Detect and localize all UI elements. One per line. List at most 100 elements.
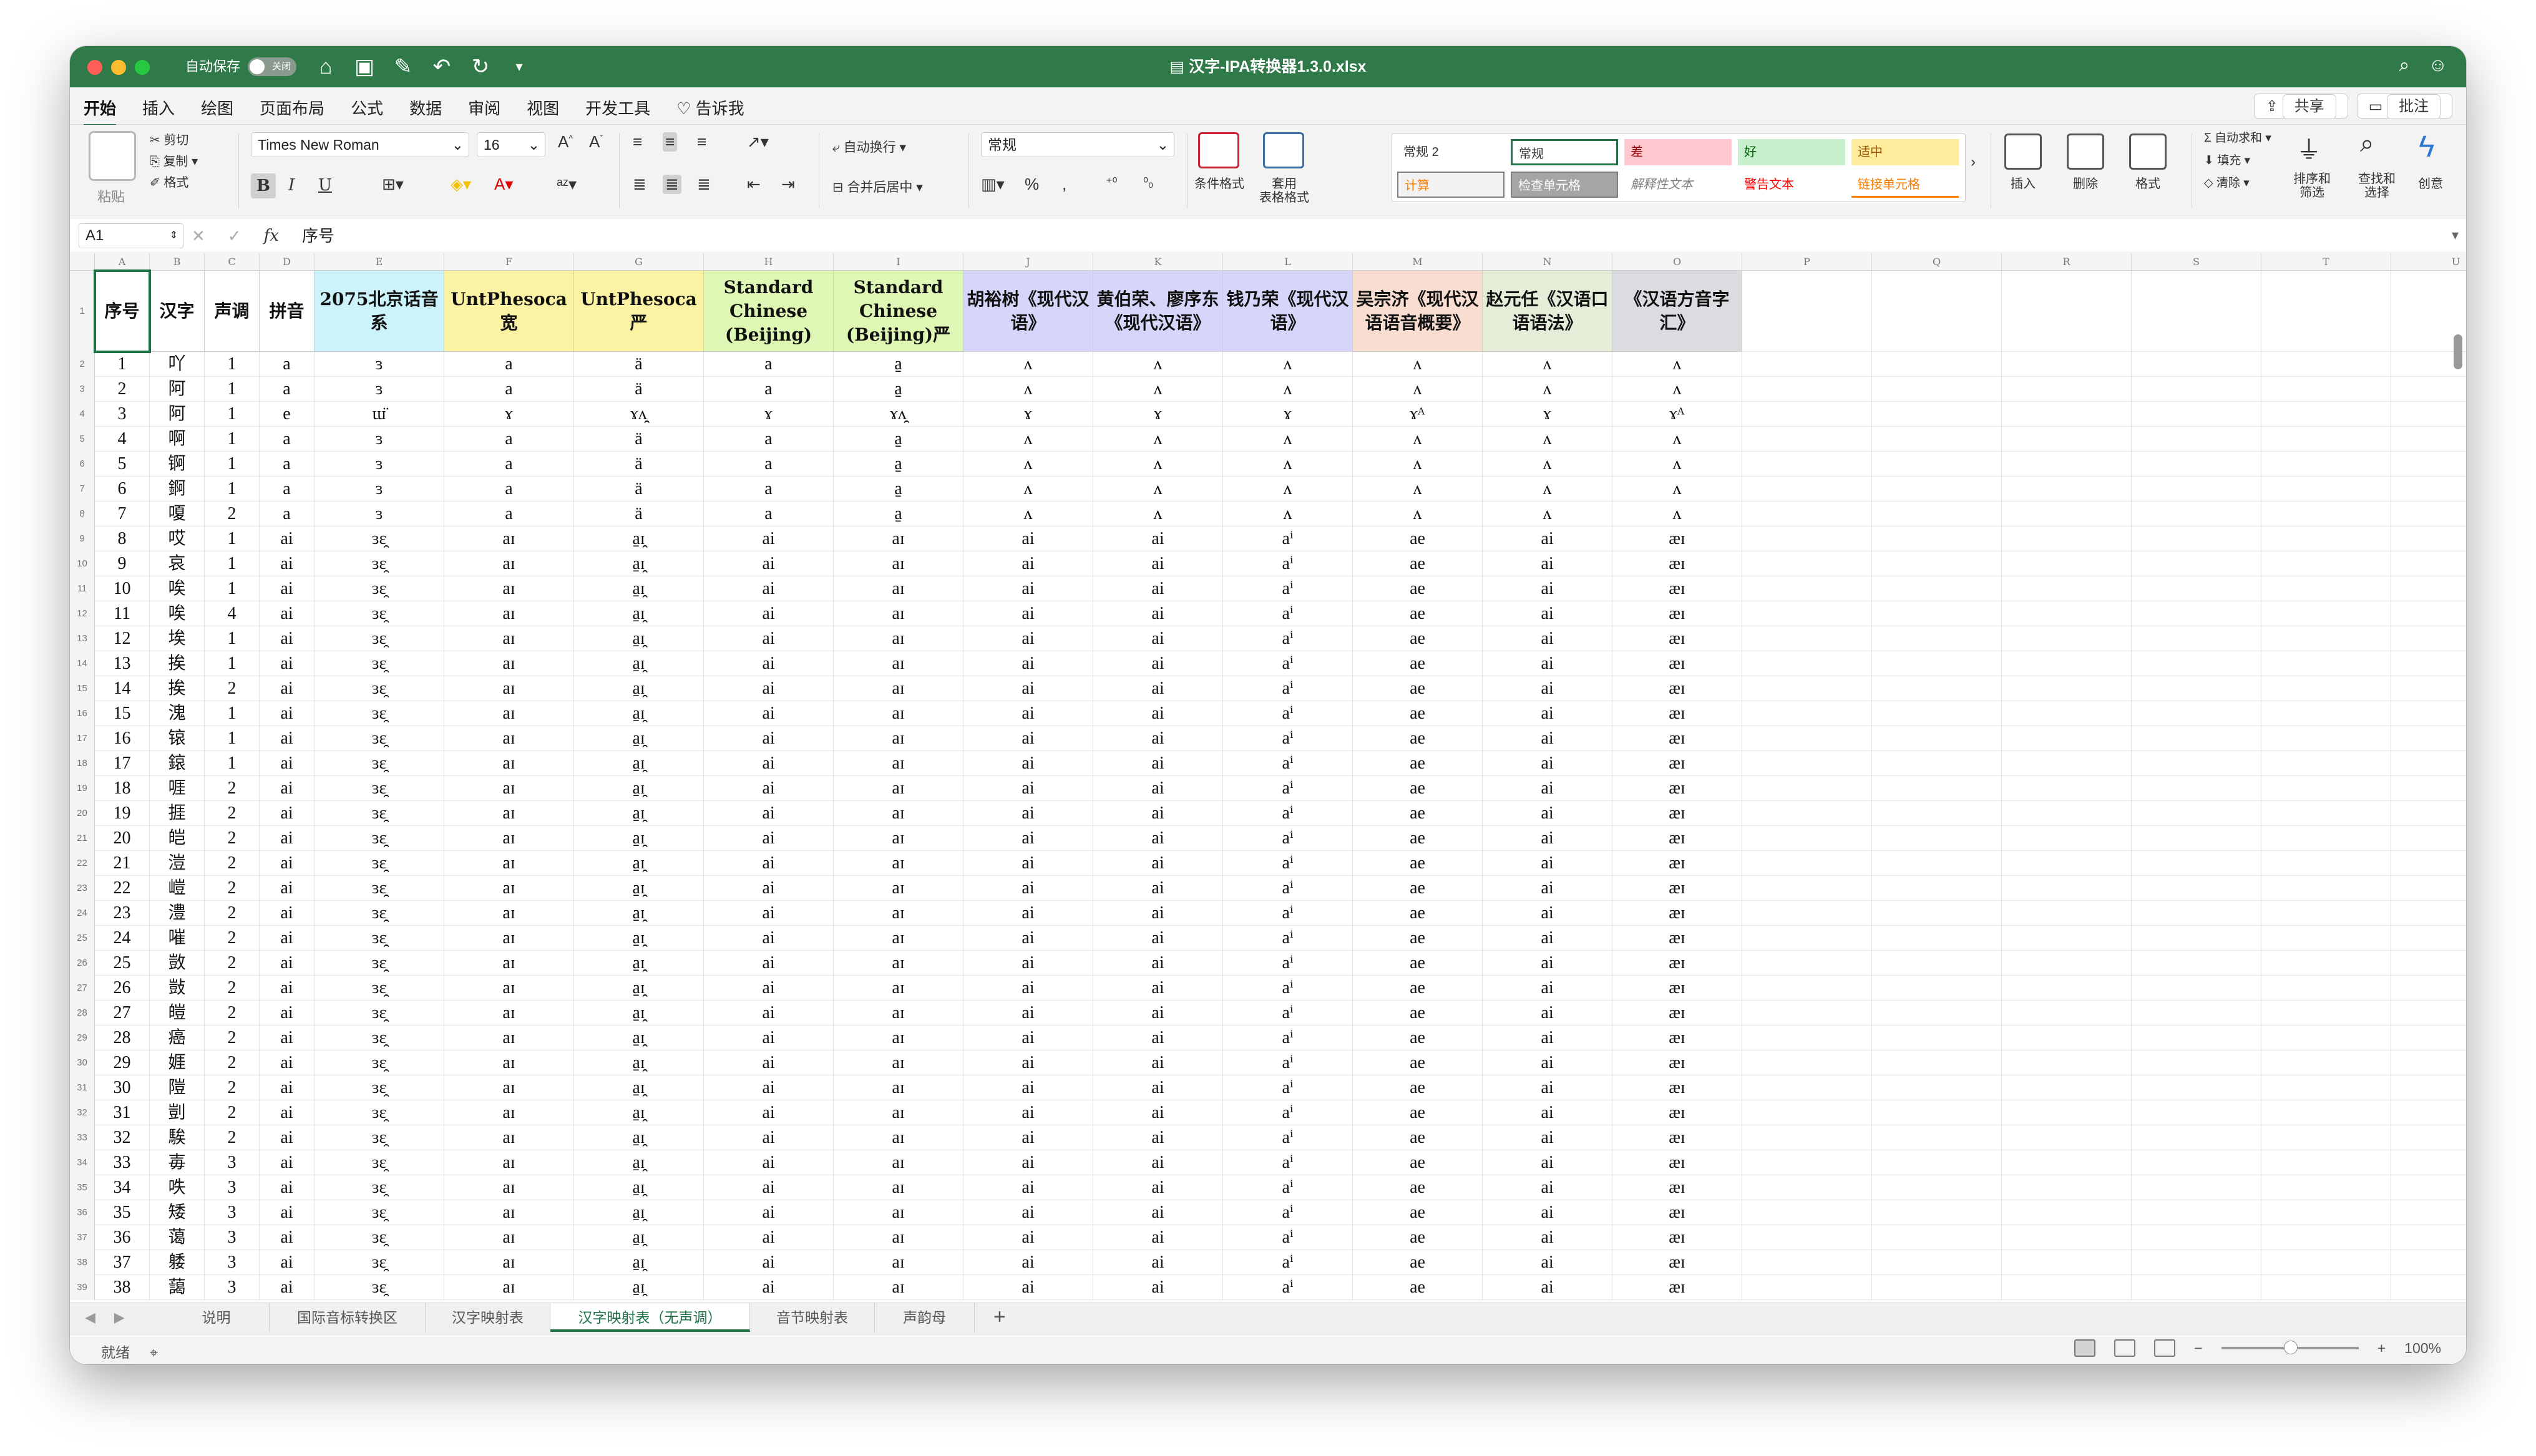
- table-cell[interactable]: æɪ: [1612, 1200, 1742, 1225]
- table-cell[interactable]: 唉: [150, 576, 205, 601]
- table-cell[interactable]: ɜ: [315, 502, 444, 527]
- zoom-slider[interactable]: [2221, 1341, 2359, 1354]
- table-cell[interactable]: ai: [704, 551, 834, 576]
- table-cell[interactable]: ai: [260, 876, 315, 901]
- table-cell[interactable]: a̠ɪ̯: [574, 851, 704, 876]
- table-cell[interactable]: ai: [1093, 1051, 1223, 1075]
- table-cell[interactable]: aɪ: [834, 1150, 963, 1175]
- empty-cell[interactable]: [1872, 976, 2002, 1001]
- table-cell[interactable]: a̠ɪ̯: [574, 1250, 704, 1275]
- table-cell[interactable]: ai: [1483, 851, 1612, 876]
- table-cell[interactable]: 12: [95, 626, 150, 651]
- table-cell[interactable]: 1: [205, 402, 260, 427]
- row-header-35[interactable]: 35: [70, 1175, 95, 1200]
- table-cell[interactable]: ʌ: [1353, 452, 1483, 477]
- table-cell[interactable]: ɤ: [704, 402, 834, 427]
- table-cell[interactable]: 2: [205, 1125, 260, 1150]
- empty-cell[interactable]: [1742, 1051, 1872, 1075]
- table-cell[interactable]: ʌ: [1353, 352, 1483, 377]
- table-cell[interactable]: aⁱ: [1223, 926, 1353, 951]
- table-cell[interactable]: aɪ: [834, 527, 963, 551]
- table-cell[interactable]: ai: [963, 751, 1093, 776]
- table-cell[interactable]: ai: [1093, 1100, 1223, 1125]
- table-cell[interactable]: aⁱ: [1223, 776, 1353, 801]
- table-cell[interactable]: a: [444, 352, 574, 377]
- table-cell[interactable]: aɪ: [444, 926, 574, 951]
- empty-cell[interactable]: [2132, 1175, 2261, 1200]
- table-cell[interactable]: æɪ: [1612, 851, 1742, 876]
- empty-cell[interactable]: [1742, 626, 1872, 651]
- table-cell[interactable]: ai: [1093, 626, 1223, 651]
- table-cell[interactable]: ai: [1483, 826, 1612, 851]
- format-painter-button[interactable]: ✐ 格式: [150, 172, 188, 190]
- table-cell[interactable]: ʌ: [1612, 452, 1742, 477]
- merge-center-button[interactable]: ⊟ 合并后居中 ▾: [832, 177, 923, 196]
- table-cell[interactable]: 溰: [150, 851, 205, 876]
- table-cell[interactable]: ai: [963, 951, 1093, 976]
- ribbon-tab-5[interactable]: 数据: [409, 96, 442, 127]
- table-cell[interactable]: ai: [963, 676, 1093, 701]
- table-cell[interactable]: ai: [1093, 1225, 1223, 1250]
- empty-cell[interactable]: [2391, 477, 2466, 502]
- row-header-14[interactable]: 14: [70, 651, 95, 676]
- table-cell[interactable]: ai: [260, 1150, 315, 1175]
- table-cell[interactable]: ae: [1353, 1125, 1483, 1150]
- table-cell[interactable]: a̠ɪ̯: [574, 801, 704, 826]
- table-cell[interactable]: ʌ: [1093, 427, 1223, 452]
- empty-cell[interactable]: [2391, 1001, 2466, 1026]
- table-cell[interactable]: ai: [704, 527, 834, 551]
- empty-cell[interactable]: [1872, 576, 2002, 601]
- empty-cell[interactable]: [1742, 1100, 1872, 1125]
- table-cell[interactable]: 1: [205, 651, 260, 676]
- row-header-2[interactable]: 2: [70, 352, 95, 377]
- table-cell[interactable]: ɜɛ̯: [315, 576, 444, 601]
- table-cell[interactable]: ɯ̈: [315, 402, 444, 427]
- table-cell[interactable]: ai: [963, 1225, 1093, 1250]
- table-cell[interactable]: 8: [95, 527, 150, 551]
- table-cell[interactable]: ae: [1353, 801, 1483, 826]
- empty-cell[interactable]: [1872, 676, 2002, 701]
- table-cell[interactable]: a̠: [834, 452, 963, 477]
- table-cell[interactable]: 15: [95, 701, 150, 726]
- table-cell[interactable]: ʌ: [1353, 377, 1483, 402]
- table-cell[interactable]: æɪ: [1612, 826, 1742, 851]
- table-cell[interactable]: a̠: [834, 427, 963, 452]
- table-cell[interactable]: aⁱ: [1223, 1026, 1353, 1051]
- table-cell[interactable]: aɪ: [834, 976, 963, 1001]
- table-cell[interactable]: ai: [1093, 1275, 1223, 1300]
- table-cell[interactable]: æɪ: [1612, 801, 1742, 826]
- table-cell[interactable]: 挨: [150, 651, 205, 676]
- table-cell[interactable]: ɤ: [1223, 402, 1353, 427]
- empty-cell[interactable]: [2132, 926, 2261, 951]
- table-cell[interactable]: ai: [1093, 701, 1223, 726]
- table-cell[interactable]: æɪ: [1612, 1125, 1742, 1150]
- align-right-icon[interactable]: ≣: [697, 175, 711, 194]
- empty-cell[interactable]: [1742, 551, 1872, 576]
- row-header-37[interactable]: 37: [70, 1225, 95, 1250]
- table-cell[interactable]: ai: [1093, 1026, 1223, 1051]
- empty-cell[interactable]: [1742, 851, 1872, 876]
- table-cell[interactable]: 16: [95, 726, 150, 751]
- zoom-out-icon[interactable]: −: [2194, 1340, 2202, 1357]
- empty-cell[interactable]: [2132, 951, 2261, 976]
- table-cell[interactable]: aɪ: [444, 1001, 574, 1026]
- column-header-G[interactable]: G: [574, 253, 704, 271]
- table-cell[interactable]: ae: [1353, 1100, 1483, 1125]
- table-cell[interactable]: ai: [963, 527, 1093, 551]
- table-cell[interactable]: ai: [260, 1225, 315, 1250]
- empty-cell[interactable]: [1742, 676, 1872, 701]
- table-cell[interactable]: aⁱ: [1223, 826, 1353, 851]
- phonetic-guide-icon[interactable]: ᵃᶻ▾: [557, 175, 577, 194]
- table-cell[interactable]: aɪ: [444, 1150, 574, 1175]
- empty-cell[interactable]: [1742, 402, 1872, 427]
- table-cell[interactable]: ai: [260, 926, 315, 951]
- table-cell[interactable]: ai: [704, 1175, 834, 1200]
- table-cell[interactable]: 锕: [150, 452, 205, 477]
- table-cell[interactable]: ai: [1483, 551, 1612, 576]
- empty-cell[interactable]: [1872, 1051, 2002, 1075]
- table-cell[interactable]: aⁱ: [1223, 876, 1353, 901]
- column-header-F[interactable]: F: [444, 253, 574, 271]
- table-cell[interactable]: ai: [704, 1150, 834, 1175]
- empty-cell[interactable]: [2132, 726, 2261, 751]
- table-cell[interactable]: a̠ɪ̯: [574, 651, 704, 676]
